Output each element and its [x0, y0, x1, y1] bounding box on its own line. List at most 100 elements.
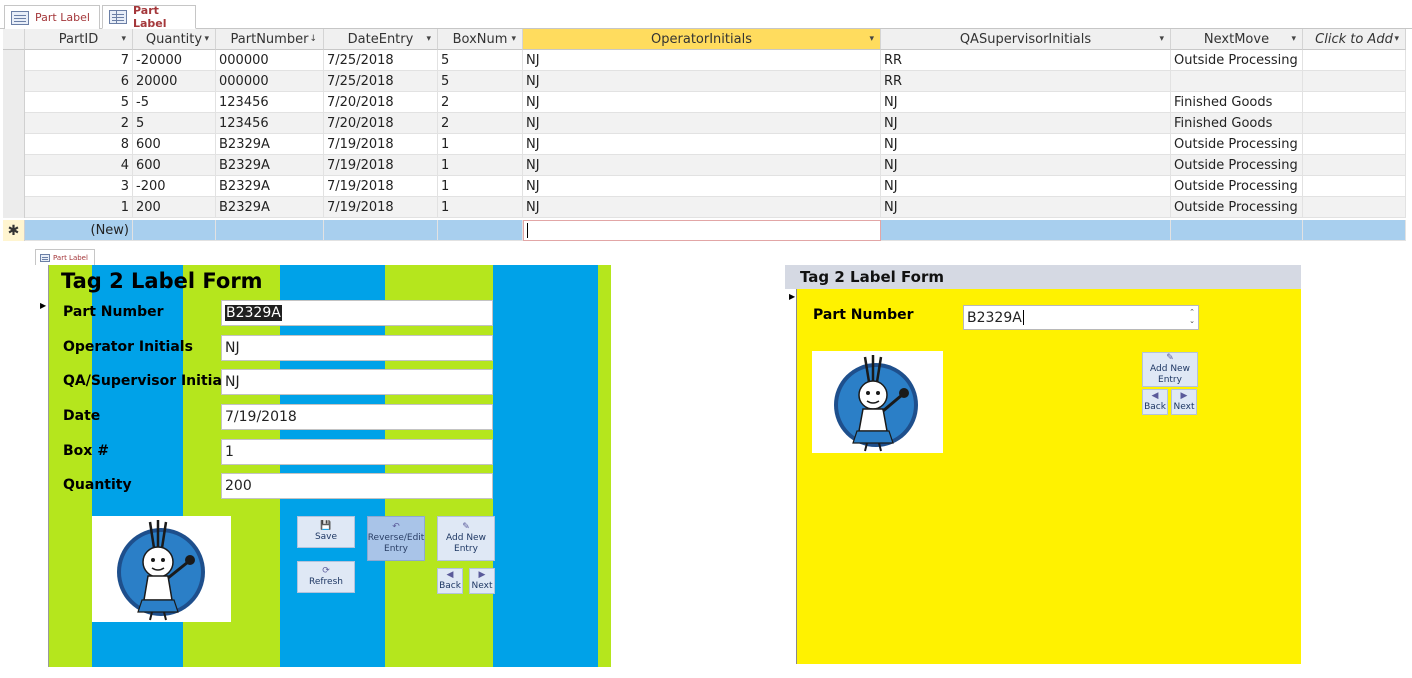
cell-partnumber[interactable]: B2329A	[216, 155, 324, 176]
record-selector[interactable]	[3, 71, 25, 92]
cell-partid[interactable]: 6	[25, 71, 133, 92]
dropdown-arrow-icon[interactable]: ▾	[1159, 34, 1164, 44]
column-header-operatorinitials[interactable]: OperatorInitials ▾	[523, 29, 881, 50]
cell-partid[interactable]: 1	[25, 197, 133, 218]
cell-dateentry[interactable]: 7/19/2018	[324, 155, 438, 176]
cell-partnumber[interactable]: B2329A	[216, 176, 324, 197]
operator-initials-field[interactable]: NJ	[221, 335, 493, 361]
cell-qasupervisorinitials[interactable]: NJ	[881, 134, 1171, 155]
tab-part-label-table[interactable]: Part Label	[102, 4, 196, 30]
new-record-row[interactable]: ✱ (New)	[3, 220, 1406, 241]
record-selector[interactable]	[3, 50, 25, 71]
cell-nextmove[interactable]: Outside Processing	[1171, 50, 1303, 71]
cell-empty[interactable]	[1303, 220, 1406, 241]
table-row[interactable]: 3 -200 B2329A 7/19/2018 1 NJ NJ Outside …	[3, 176, 1406, 197]
dropdown-arrow-icon[interactable]: ▾	[1291, 34, 1296, 44]
cell-empty[interactable]	[1303, 197, 1406, 218]
cell-qasupervisorinitials[interactable]: NJ	[881, 197, 1171, 218]
cell-qasupervisorinitials[interactable]: NJ	[881, 113, 1171, 134]
cell-partid[interactable]: 5	[25, 92, 133, 113]
cell-nextmove[interactable]: Finished Goods	[1171, 92, 1303, 113]
cell-quantity[interactable]: -20000	[133, 50, 216, 71]
cell-quantity[interactable]: 5	[133, 113, 216, 134]
cell-empty[interactable]	[1303, 92, 1406, 113]
cell-nextmove[interactable]: Outside Processing	[1171, 176, 1303, 197]
dropdown-arrow-icon[interactable]: ▾	[511, 34, 516, 44]
cell-dateentry[interactable]: 7/19/2018	[324, 176, 438, 197]
dropdown-arrow-icon[interactable]: ▾	[426, 34, 431, 44]
column-header-nextmove[interactable]: NextMove ▾	[1171, 29, 1303, 50]
cell-qasupervisorinitials[interactable]: NJ	[881, 155, 1171, 176]
reverse-edit-entry-button[interactable]: ↶ Reverse/Edit Entry	[367, 516, 425, 561]
column-header-dateentry[interactable]: DateEntry ▾	[324, 29, 438, 50]
cell-partnumber[interactable]: B2329A	[216, 197, 324, 218]
cell-partid[interactable]: 7	[25, 50, 133, 71]
cell-quantity[interactable]: 200	[133, 197, 216, 218]
add-new-entry-button[interactable]: ✎ Add New Entry	[1142, 352, 1198, 387]
cell-quantity[interactable]	[133, 220, 216, 241]
cell-empty[interactable]	[1303, 71, 1406, 92]
cell-qasupervisorinitials[interactable]: NJ	[881, 176, 1171, 197]
cell-partid[interactable]: 4	[25, 155, 133, 176]
cell-quantity[interactable]: -5	[133, 92, 216, 113]
cell-dateentry[interactable]: 7/20/2018	[324, 92, 438, 113]
cell-boxnum[interactable]: 1	[438, 155, 523, 176]
table-row[interactable]: 4 600 B2329A 7/19/2018 1 NJ NJ Outside P…	[3, 155, 1406, 176]
cell-qasupervisorinitials[interactable]	[881, 220, 1171, 241]
cell-partid[interactable]: 2	[25, 113, 133, 134]
dropdown-arrow-icon[interactable]: ▾	[121, 34, 126, 44]
column-header-partnumber[interactable]: PartNumber ↓	[216, 29, 324, 50]
column-header-click-to-add[interactable]: Click to Add ▾	[1303, 29, 1406, 50]
cell-operatorinitials[interactable]: NJ	[523, 155, 881, 176]
cell-quantity[interactable]: 20000	[133, 71, 216, 92]
record-selector-bar[interactable]: ▶	[785, 289, 797, 664]
cell-nextmove[interactable]: Outside Processing	[1171, 155, 1303, 176]
tab-part-label-form[interactable]: Part Label	[4, 5, 100, 29]
cell-partnumber[interactable]: 123456	[216, 92, 324, 113]
cell-boxnum[interactable]: 1	[438, 134, 523, 155]
quantity-field[interactable]: 200	[221, 473, 493, 499]
cell-operatorinitials[interactable]: NJ	[523, 113, 881, 134]
cell-quantity[interactable]: 600	[133, 155, 216, 176]
cell-partid[interactable]: 8	[25, 134, 133, 155]
cell-partnumber[interactable]: 123456	[216, 113, 324, 134]
cell-nextmove[interactable]: Finished Goods	[1171, 113, 1303, 134]
cell-boxnum[interactable]	[438, 220, 523, 241]
cell-partnumber[interactable]: 000000	[216, 71, 324, 92]
cell-boxnum[interactable]: 2	[438, 113, 523, 134]
cell-dateentry[interactable]	[324, 220, 438, 241]
box-number-field[interactable]: 1	[221, 439, 493, 465]
cell-nextmove[interactable]	[1171, 71, 1303, 92]
cell-operatorinitials[interactable]: NJ	[523, 197, 881, 218]
record-selector[interactable]	[3, 92, 25, 113]
cell-boxnum[interactable]: 5	[438, 50, 523, 71]
record-selector[interactable]	[3, 176, 25, 197]
cell-quantity[interactable]: 600	[133, 134, 216, 155]
cell-qasupervisorinitials[interactable]: RR	[881, 71, 1171, 92]
spinner-arrows-icon[interactable]: ⌃ ⌄	[1189, 308, 1195, 326]
add-new-entry-button[interactable]: ✎ Add New Entry	[437, 516, 495, 561]
cell-quantity[interactable]: -200	[133, 176, 216, 197]
back-button[interactable]: ◀ Back	[1142, 389, 1168, 415]
cell-partid[interactable]: 3	[25, 176, 133, 197]
form-tab[interactable]: Part Label	[35, 249, 95, 265]
cell-dateentry[interactable]: 7/19/2018	[324, 197, 438, 218]
qa-supervisor-initials-field[interactable]: NJ	[221, 369, 493, 395]
part-number-field[interactable]: B2329A	[221, 300, 493, 326]
cell-empty[interactable]	[1303, 113, 1406, 134]
column-header-qasupervisorinitials[interactable]: QASupervisorInitials ▾	[881, 29, 1171, 50]
cell-boxnum[interactable]: 5	[438, 71, 523, 92]
cell-nextmove[interactable]: Outside Processing	[1171, 197, 1303, 218]
cell-qasupervisorinitials[interactable]: RR	[881, 50, 1171, 71]
cell-partnumber[interactable]	[216, 220, 324, 241]
column-header-boxnum[interactable]: BoxNum ▾	[438, 29, 523, 50]
save-button[interactable]: 💾 Save	[297, 516, 355, 548]
record-selector[interactable]	[3, 155, 25, 176]
next-button[interactable]: ▶ Next	[1171, 389, 1197, 415]
cell-dateentry[interactable]: 7/20/2018	[324, 113, 438, 134]
table-row[interactable]: 5 -5 123456 7/20/2018 2 NJ NJ Finished G…	[3, 92, 1406, 113]
cell-operatorinitials-editing[interactable]	[523, 220, 881, 241]
cell-empty[interactable]	[1303, 134, 1406, 155]
table-row[interactable]: 7 -20000 000000 7/25/2018 5 NJ RR Outsid…	[3, 50, 1406, 71]
cell-boxnum[interactable]: 1	[438, 176, 523, 197]
